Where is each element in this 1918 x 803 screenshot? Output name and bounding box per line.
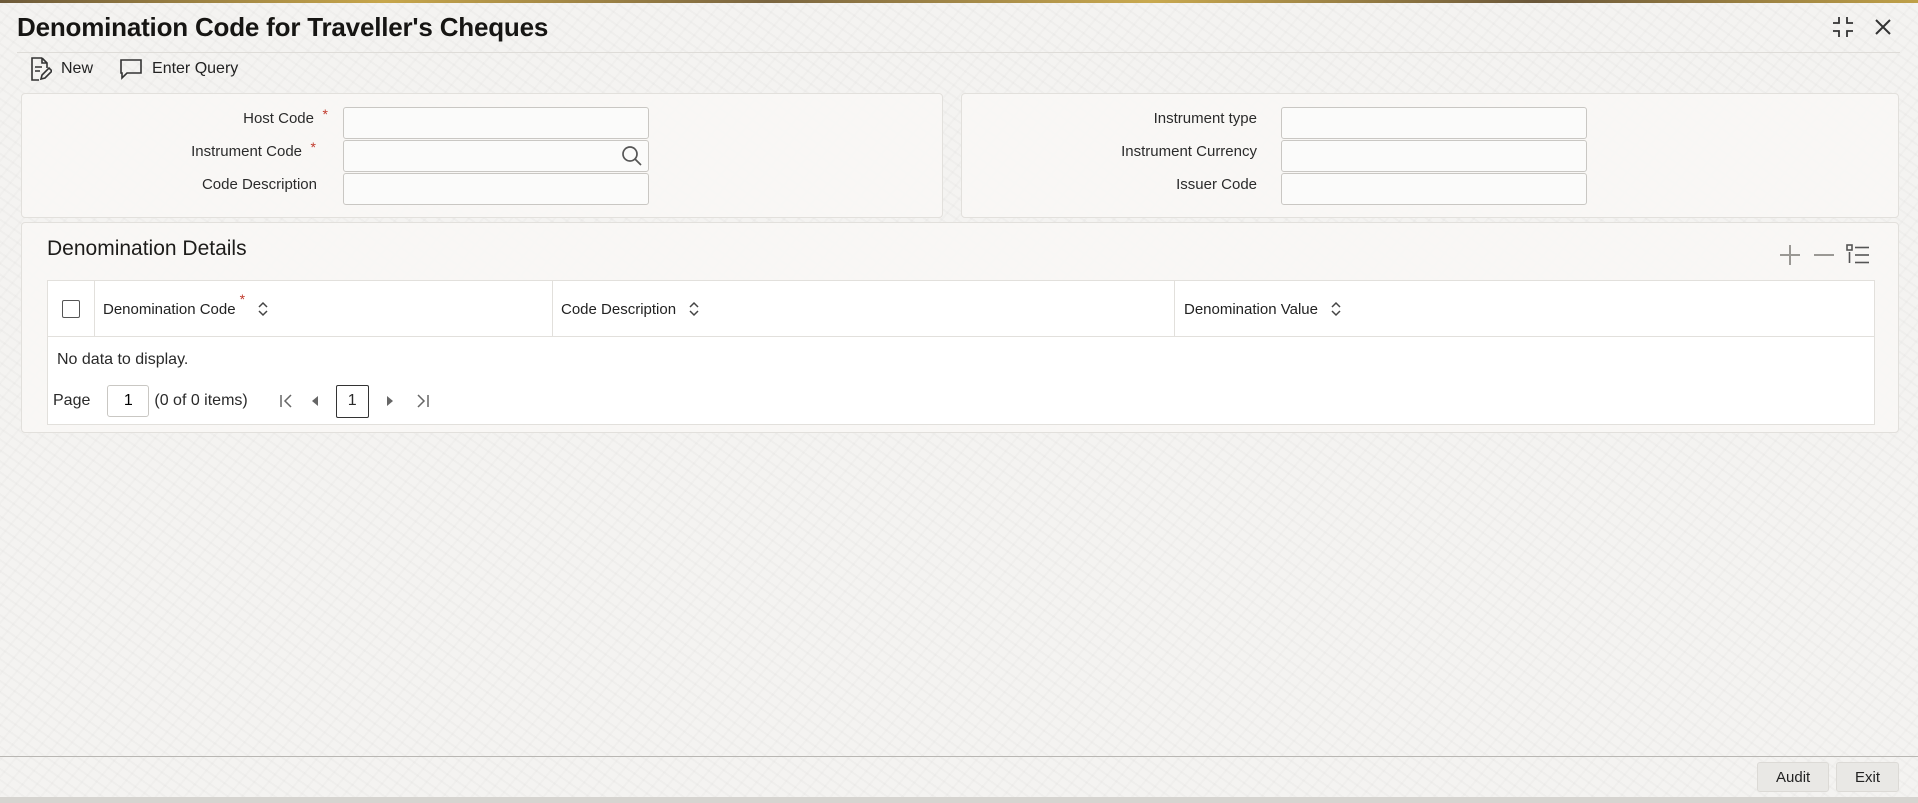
instrument-code-label: Instrument Code * [191, 139, 316, 160]
grid-actions [1776, 241, 1872, 269]
section-title: Denomination Details [47, 237, 247, 260]
host-code-input[interactable] [343, 107, 649, 139]
exit-button[interactable]: Exit [1836, 762, 1900, 792]
enter-query-label: Enter Query [152, 60, 239, 77]
column-header-denomination-code[interactable]: Denomination Code * [95, 281, 553, 337]
list-view-icon[interactable] [1844, 241, 1872, 269]
collapse-icon[interactable] [1830, 14, 1856, 40]
instrument-type-input[interactable] [1281, 107, 1587, 139]
instrument-currency-input[interactable] [1281, 140, 1587, 172]
instrument-code-field [343, 140, 649, 172]
required-marker: * [239, 291, 246, 307]
sort-icon[interactable] [257, 301, 269, 317]
toolbar: New Enter Query [28, 56, 238, 82]
top-decorative-strip [0, 0, 1918, 3]
sort-icon[interactable] [1330, 301, 1342, 317]
instrument-code-input[interactable] [343, 140, 649, 172]
previous-page-icon[interactable] [304, 390, 326, 412]
required-marker: * [322, 106, 328, 122]
new-document-icon [28, 56, 52, 82]
current-page-button[interactable]: 1 [335, 384, 369, 418]
header-panel-left: Host Code * Instrument Code * Code Descr… [21, 93, 943, 218]
code-description-input[interactable] [343, 173, 649, 205]
denomination-table: Denomination Code * Code Description Den… [47, 280, 1875, 425]
column-header-code-description[interactable]: Code Description [553, 281, 1175, 337]
instrument-type-label: Instrument type [1153, 110, 1257, 127]
footer-bottom-strip [0, 797, 1918, 803]
new-button-label: New [61, 60, 94, 77]
empty-message: No data to display. [57, 351, 189, 368]
first-page-icon[interactable] [276, 390, 298, 412]
host-code-label: Host Code * [243, 106, 328, 127]
next-page-icon[interactable] [379, 390, 401, 412]
issuer-code-input[interactable] [1281, 173, 1587, 205]
items-count: (0 of 0 items) [154, 392, 248, 409]
select-all-cell [48, 281, 95, 337]
issuer-code-label: Issuer Code [1176, 176, 1257, 193]
required-marker: * [310, 139, 316, 155]
speech-bubble-icon [119, 58, 143, 80]
instrument-currency-label: Instrument Currency [1121, 143, 1257, 160]
select-all-checkbox[interactable] [62, 300, 80, 318]
close-icon[interactable] [1870, 14, 1896, 40]
denomination-details-panel: Denomination Details Denomination Code * [21, 222, 1899, 433]
delete-row-icon[interactable] [1810, 241, 1838, 269]
header-panel-right: Instrument type Instrument Currency Issu… [961, 93, 1899, 218]
audit-button[interactable]: Audit [1757, 762, 1830, 792]
new-button[interactable]: New [28, 56, 93, 82]
last-page-icon[interactable] [411, 390, 433, 412]
sort-icon[interactable] [688, 301, 700, 317]
page-number-input[interactable] [107, 385, 150, 417]
pagination: Page (0 of 0 items) 1 [53, 384, 433, 418]
title-divider [17, 52, 1900, 53]
window-controls [1830, 14, 1896, 40]
add-row-icon[interactable] [1776, 241, 1804, 269]
page-label: Page [53, 392, 91, 409]
code-description-label: Code Description [201, 176, 317, 193]
enter-query-button[interactable]: Enter Query [119, 56, 238, 82]
footer-divider [0, 756, 1918, 757]
column-header-denomination-value[interactable]: Denomination Value [1175, 281, 1875, 337]
table-header: Denomination Code * Code Description Den… [48, 281, 1874, 337]
search-icon[interactable] [621, 145, 643, 167]
page-title: Denomination Code for Traveller's Cheque… [17, 12, 549, 42]
